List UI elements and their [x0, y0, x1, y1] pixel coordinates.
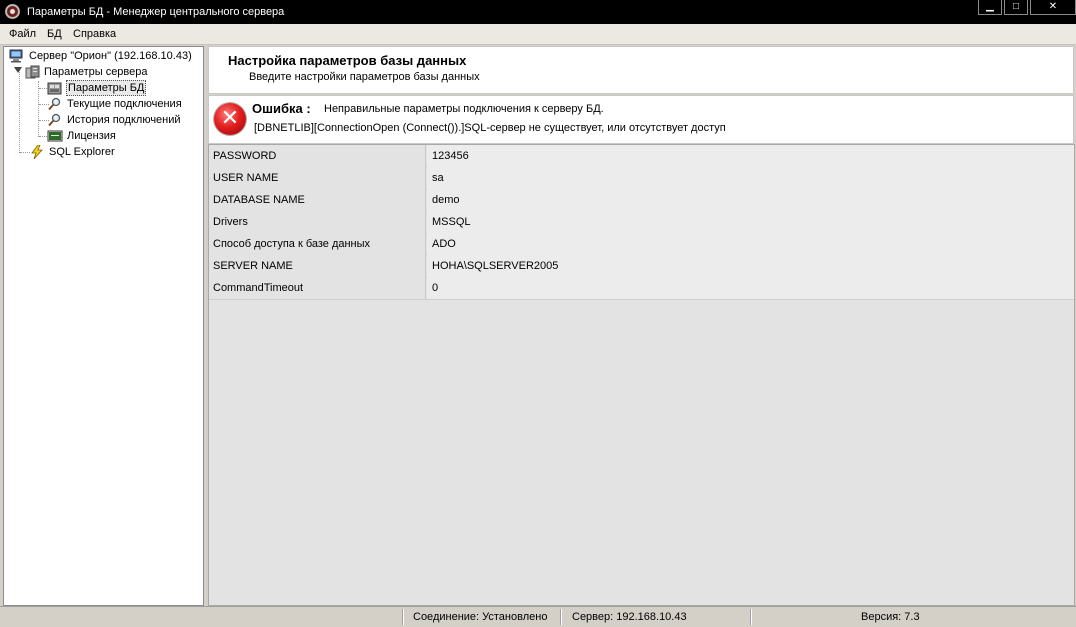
- tree-item-label: Сервер "Орион" (192.168.10.43): [29, 50, 192, 62]
- error-panel: ✕ Ошибка : Неправильные параметры подклю…: [208, 95, 1074, 144]
- menu-file[interactable]: Файл: [9, 28, 36, 40]
- maximize-button[interactable]: □: [1004, 0, 1028, 15]
- menu-help[interactable]: Справка: [73, 28, 116, 40]
- tree-item-label: Лицензия: [67, 130, 116, 142]
- magnifier-icon: [48, 113, 61, 127]
- property-name: PASSWORD: [209, 145, 426, 167]
- error-detail: [DBNETLIB][ConnectionOpen (Connect()).]S…: [254, 122, 726, 134]
- grid-row[interactable]: DATABASE NAME demo: [209, 189, 1074, 212]
- server-computer-icon: [9, 49, 23, 63]
- property-value[interactable]: ADO: [427, 233, 1074, 255]
- grid-row[interactable]: PASSWORD 123456: [209, 145, 1074, 168]
- status-server: Сервер: 192.168.10.43: [572, 611, 687, 623]
- page-subtitle: Введите настройки параметров базы данных: [249, 71, 480, 83]
- close-button[interactable]: ✕: [1030, 0, 1076, 15]
- grid-row[interactable]: Способ доступа к базе данных ADO: [209, 233, 1074, 256]
- grid-row[interactable]: SERVER NAME HOHA\SQLSERVER2005: [209, 255, 1074, 278]
- minimize-button[interactable]: ▁: [978, 0, 1002, 15]
- tree-item-label: Параметры сервера: [44, 66, 148, 78]
- property-value[interactable]: 0: [427, 277, 1074, 299]
- magnifier-icon: [48, 97, 61, 111]
- tree-item-label: SQL Explorer: [49, 146, 115, 158]
- status-connection: Соединение: Установлено: [413, 611, 548, 623]
- database-icon: [47, 82, 62, 95]
- property-name: USER NAME: [209, 167, 426, 189]
- grid-row[interactable]: USER NAME sa: [209, 167, 1074, 190]
- property-name: DATABASE NAME: [209, 189, 426, 211]
- error-message: Неправильные параметры подключения к сер…: [324, 103, 604, 115]
- grid-row[interactable]: Drivers MSSQL: [209, 211, 1074, 234]
- property-value[interactable]: 123456: [427, 145, 1074, 167]
- property-value[interactable]: HOHA\SQLSERVER2005: [427, 255, 1074, 277]
- property-grid[interactable]: PASSWORD 123456 USER NAME sa DATABASE NA…: [208, 144, 1075, 606]
- settings-header: Настройка параметров базы данных Введите…: [208, 46, 1074, 94]
- menu-db[interactable]: БД: [47, 28, 62, 40]
- error-icon: ✕: [214, 103, 246, 135]
- property-value[interactable]: demo: [427, 189, 1074, 211]
- property-value[interactable]: MSSQL: [427, 211, 1074, 233]
- navigation-tree[interactable]: Сервер "Орион" (192.168.10.43) Параметры…: [3, 46, 204, 606]
- grid-row[interactable]: CommandTimeout 0: [209, 277, 1074, 300]
- status-version: Версия: 7.3: [861, 611, 920, 623]
- expand-arrow-icon[interactable]: [14, 67, 22, 73]
- error-label: Ошибка :: [252, 101, 311, 116]
- tree-item-label: История подключений: [67, 114, 181, 126]
- lightning-icon: [31, 145, 43, 159]
- license-icon: [47, 130, 63, 142]
- property-value[interactable]: sa: [427, 167, 1074, 189]
- title-bar[interactable]: Параметры БД - Менеджер центрального сер…: [0, 0, 1076, 24]
- window-title: Параметры БД - Менеджер центрального сер…: [27, 6, 285, 18]
- property-name: Drivers: [209, 211, 426, 233]
- tree-item-label: Текущие подключения: [67, 98, 182, 110]
- property-name: Способ доступа к базе данных: [209, 233, 426, 255]
- property-name: CommandTimeout: [209, 277, 426, 299]
- app-icon[interactable]: [5, 4, 20, 19]
- tree-item-label: Параметры БД: [66, 80, 147, 96]
- status-bar: Соединение: Установлено Сервер: 192.168.…: [0, 606, 1076, 627]
- property-name: SERVER NAME: [209, 255, 426, 277]
- page-title: Настройка параметров базы данных: [228, 53, 467, 68]
- server-settings-icon: [25, 65, 40, 79]
- menu-bar: Файл БД Справка: [0, 24, 1076, 45]
